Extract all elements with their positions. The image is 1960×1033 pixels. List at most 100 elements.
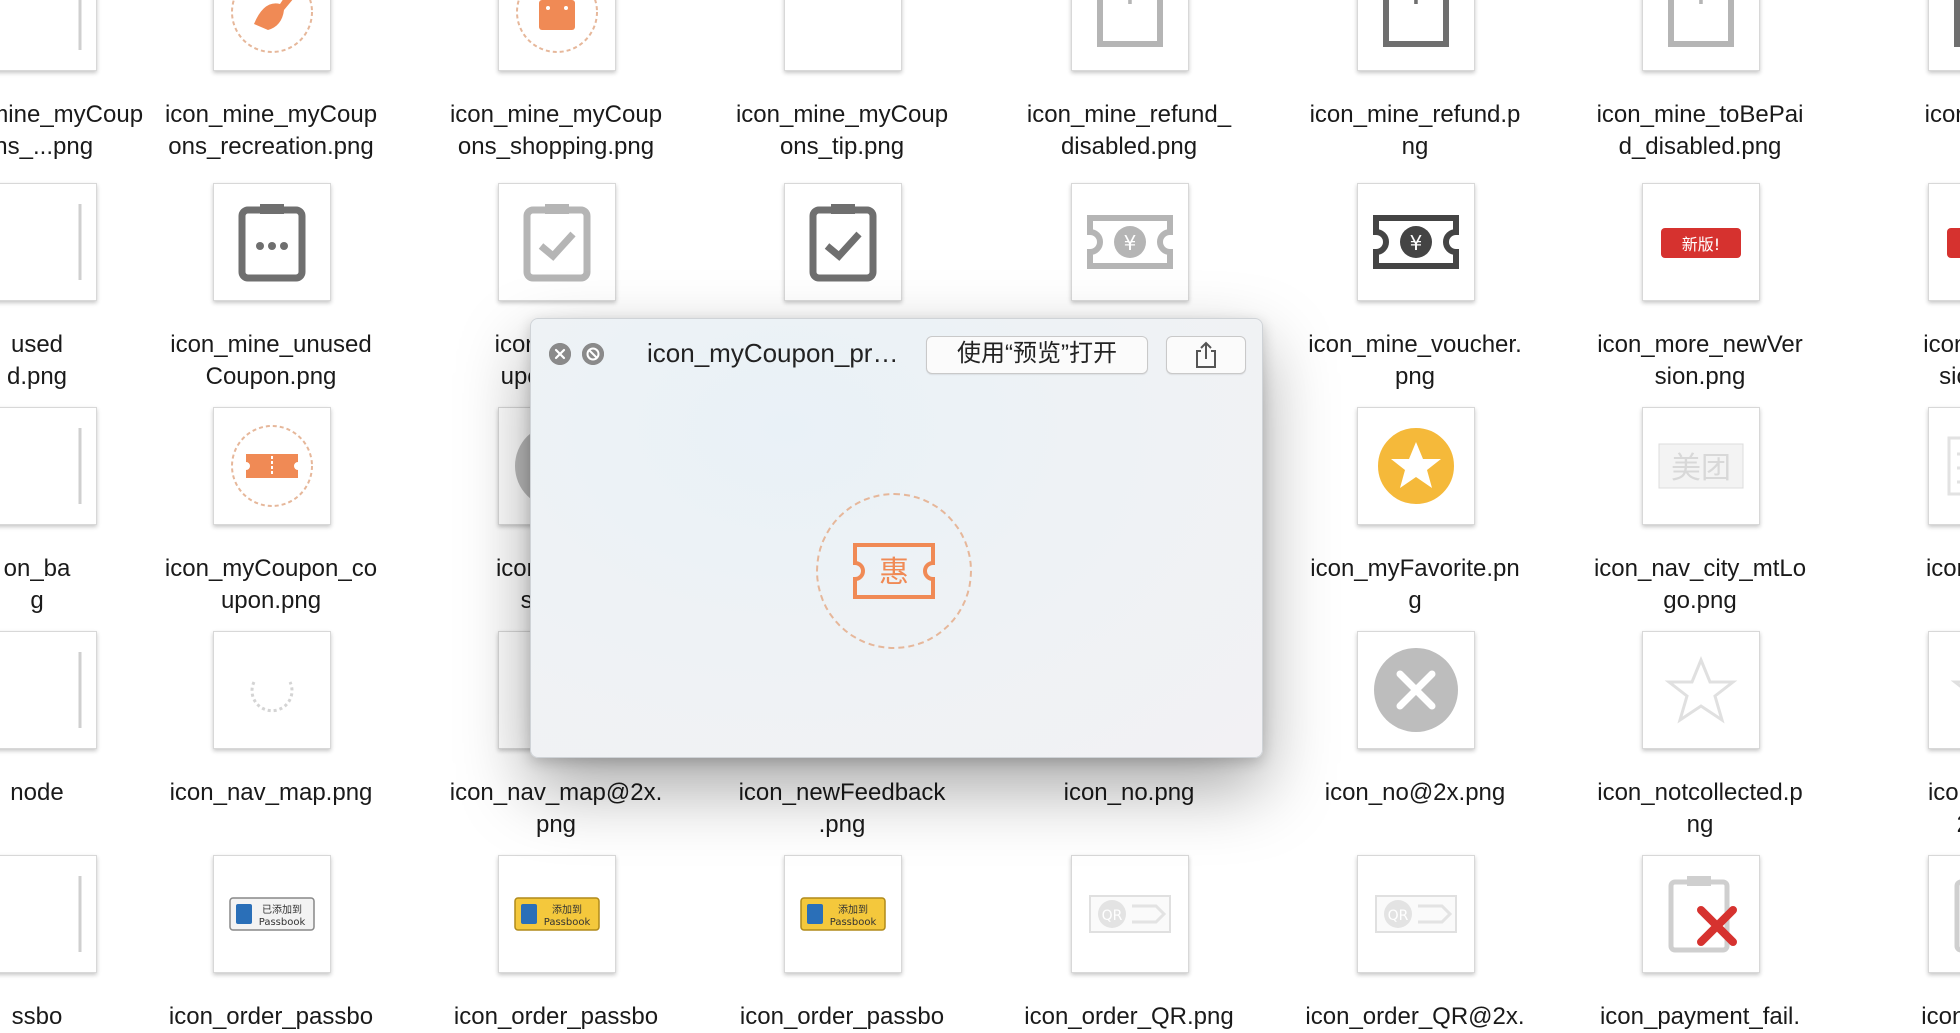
coupon-recreation-icon [231,0,313,53]
file-name-label: icon_notcollected.p ng [1597,779,1803,838]
fullscreen-icon [582,343,604,365]
new-version-badge-icon: 新版! [1661,228,1741,258]
file-thumbnail[interactable]: 新版! [1928,183,1960,301]
file-thumbnail[interactable]: 美团 [1642,407,1760,525]
file-thumbnail[interactable] [0,407,97,525]
file-thumbnail[interactable] [1928,855,1960,973]
svg-text:已添加到: 已添加到 [262,903,302,916]
file-thumbnail[interactable]: 添加到 Passbook [784,855,902,973]
file-thumbnail[interactable]: ¥ [1928,0,1960,71]
star-outline-icon [1950,680,1960,688]
file-thumbnail[interactable] [784,0,902,71]
file-thumbnail[interactable]: 新版! [1642,183,1760,301]
file-name-label: icon_myCoupon_co upon.png [164,555,378,614]
svg-text:¥: ¥ [1690,0,1713,13]
meituan-logo-icon: 美团 [1658,443,1744,489]
file-thumbnail[interactable] [0,0,97,71]
file-name-label: icon_payment_fail. [1599,1003,1801,1030]
file-thumbnail[interactable]: QR [1357,855,1475,973]
file-thumbnail[interactable]: QR [1071,855,1189,973]
file-thumbnail[interactable]: ¥ [1357,0,1475,71]
file-thumbnail[interactable] [213,0,331,71]
refund-icon: ¥ [1383,0,1449,47]
close-icon [549,343,571,365]
quick-look-panel[interactable]: icon_myCoupon_pr… 使用“预览”打开 惠 [530,318,1263,758]
to-be-paid-icon: ¥ [1954,0,1960,47]
file-thumbnail[interactable] [1928,407,1960,525]
file-name-label: icon_more_newVer sion.png [1597,331,1803,390]
svg-text:新版!: 新版! [1682,235,1720,254]
nav-list-icon [1947,436,1960,496]
file-thumbnail[interactable] [1642,631,1760,749]
voucher-disabled-icon: ¥ [1087,215,1173,269]
file-thumbnail[interactable]: ¥ [1071,0,1189,71]
file-thumbnail[interactable] [213,407,331,525]
svg-text:¥: ¥ [1119,0,1142,13]
file-thumbnail[interactable] [1357,631,1475,749]
file-thumbnail[interactable] [498,183,616,301]
file-name-label: icon_mine_myCoup ons_shopping.png [449,101,663,160]
file-name-label: icon_mine_myCoup ons_recreation.png [164,101,378,160]
file-name-label: icon_mine_voucher. png [1308,331,1522,390]
file-name-label: icon_order_QR@2x. [1305,1003,1525,1030]
file-thumbnail[interactable]: ¥ [1357,183,1475,301]
file-name-label: icon_no@2x.png [1324,779,1506,806]
file-name-label: icon_nav_city_mtLo go.png [1593,555,1807,614]
file-name-label: icon_order_passbo [739,1003,945,1030]
partial-edge-icon [78,204,82,280]
file-thumbnail[interactable] [0,183,97,301]
coupon-ticket-icon: 惠 [853,543,935,599]
share-icon [1196,341,1216,368]
file-thumbnail[interactable]: 添加到 Passbook [498,855,616,973]
svg-text:Passbook: Passbook [830,917,877,928]
svg-text:QR: QR [1102,908,1123,924]
favorite-star-icon [1374,424,1458,508]
coupon-preview-image: 惠 [816,493,972,649]
file-thumbnail[interactable] [784,183,902,301]
svg-text:添加到: 添加到 [552,903,582,916]
file-thumbnail[interactable] [1357,407,1475,525]
file-thumbnail[interactable] [0,855,97,973]
file-thumbnail[interactable] [213,183,331,301]
file-thumbnail[interactable]: ¥ [1642,0,1760,71]
file-name-label: icon_mine_refund_ disabled.png [1026,101,1232,160]
coupon-tip-icon [795,0,891,60]
file-name-label: icon_order_QR.png [1024,1003,1234,1030]
file-name-label: icon_nav_map.png [169,779,373,806]
file-name-label: icon_mine_ d.pn [1924,101,1960,128]
svg-text:¥: ¥ [1405,0,1428,13]
file-name-label: icon_payme [1921,1003,1960,1030]
qr-icon: QR [1089,895,1171,933]
file-name-label: icon_no.png [1063,779,1195,806]
file-thumbnail[interactable]: 已添加到 Passbook [213,855,331,973]
fullscreen-button[interactable] [582,343,604,365]
svg-text:美团: 美团 [1671,451,1731,486]
file-name-label: icon_myFavorite.pn g [1310,555,1520,614]
coupon-glyph: 惠 [879,555,909,590]
coupon-shopping-icon [516,0,598,53]
refund-disabled-icon: ¥ [1097,0,1163,47]
file-name-label: icon_mine_myCoup ons_tip.png [735,101,949,160]
clipboard-dots-icon [238,204,306,282]
file-name-label: icon_mine_unused Coupon.png [170,331,372,390]
file-thumbnail[interactable] [213,631,331,749]
file-thumbnail[interactable] [0,631,97,749]
passbook-added-icon: 已添加到 Passbook [229,897,315,931]
file-thumbnail[interactable] [498,0,616,71]
no-x-icon [1374,648,1458,732]
file-thumbnail[interactable] [1928,631,1960,749]
file-name-label: icon_newFeedback .png [738,779,946,838]
svg-text:Passbook: Passbook [259,917,306,928]
close-button[interactable] [549,343,571,365]
file-name-label: icon_order_passbo [453,1003,659,1030]
passbook-add-icon: 添加到 Passbook [514,897,600,931]
svg-text:QR: QR [1388,908,1409,924]
open-with-preview-button[interactable]: 使用“预览”打开 [926,336,1148,374]
share-button[interactable] [1166,336,1246,374]
file-thumbnail[interactable] [1642,855,1760,973]
svg-text:Passbook: Passbook [544,917,591,928]
partial-edge-icon [78,652,82,728]
file-thumbnail[interactable]: ¥ [1071,183,1189,301]
map-loading-icon [250,681,294,713]
file-name-label: icon_more_ sion@2x [1923,331,1960,390]
